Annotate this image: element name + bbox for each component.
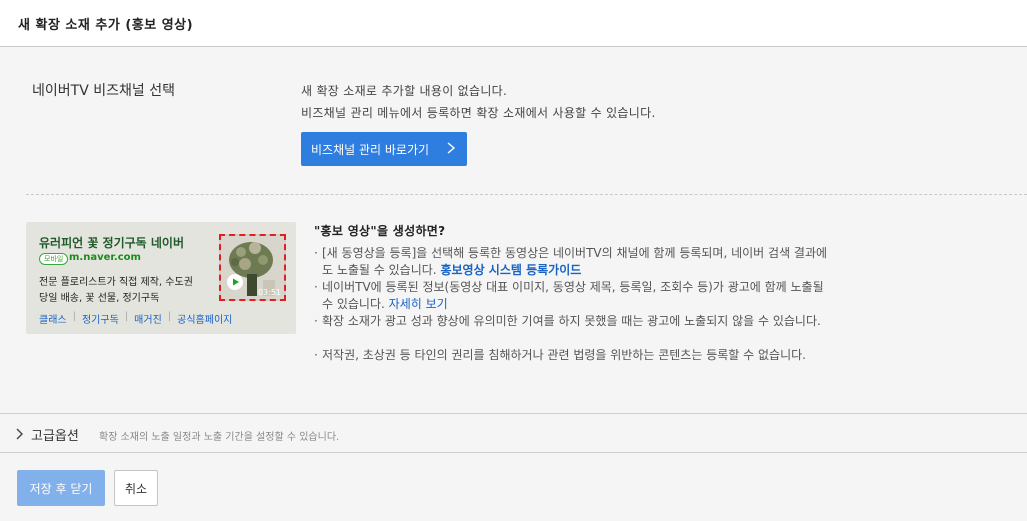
link-separator: | xyxy=(124,311,129,322)
cancel-button[interactable]: 취소 xyxy=(114,470,158,506)
preview-desc-line1: 전문 플로리스트가 직접 제작, 수도권 xyxy=(39,277,193,288)
ad-preview-card: 유러피언 꽃 정기구독 네이버 모바일 m.naver.com 전문 플로리스트… xyxy=(26,222,296,334)
info-bullet-4: · 저작권, 초상권 등 타인의 권리를 침해하거나 관련 법령을 위반하는 콘… xyxy=(314,348,806,362)
link-separator: | xyxy=(167,311,172,322)
link-separator: | xyxy=(72,311,76,322)
mobile-badge: 모바일 xyxy=(39,253,69,265)
learn-more-link[interactable]: 자세히 보기 xyxy=(389,297,448,311)
preview-title: 유러피언 꽃 정기구독 네이버 xyxy=(39,236,185,250)
section-divider xyxy=(26,194,1027,195)
preview-link-homepage: 공식홈페이지 xyxy=(177,315,233,326)
modal-header: 새 확장 소재 추가 (홍보 영상) xyxy=(0,0,1027,47)
empty-message-line1: 새 확장 소재로 추가할 내용이 없습니다. xyxy=(301,84,508,98)
preview-link-magazine: 매거진 xyxy=(134,315,162,326)
advanced-options-label: 고급옵션 xyxy=(31,429,79,444)
video-thumbnail: 03:51 xyxy=(219,234,286,301)
empty-message-line2: 비즈채널 관리 메뉴에서 등록하면 확장 소재에서 사용할 수 있습니다. xyxy=(301,106,656,120)
info-bullet-1: · [새 동영상을 등록]을 선택해 등록한 동영상은 네이버TV의 채널에 함… xyxy=(314,246,828,277)
biz-channel-manage-button[interactable]: 비즈채널 관리 바로가기 xyxy=(301,132,467,166)
preview-url: m.naver.com xyxy=(69,252,141,263)
video-duration: 03:51 xyxy=(257,288,281,297)
info-title: "홍보 영상"을 생성하면? xyxy=(314,224,446,238)
preview-link-subscription: 정기구독 xyxy=(81,315,119,326)
preview-links: 클래스 | 정기구독 | 매거진 | 공식홈페이지 xyxy=(39,311,232,326)
preview-desc-line2: 당일 배송, 꽃 선물, 정기구독 xyxy=(39,293,160,304)
advanced-options-description: 확장 소재의 노출 일정과 노출 기간을 설정할 수 있습니다. xyxy=(99,432,340,443)
chevron-right-icon xyxy=(447,142,456,154)
chevron-right-icon xyxy=(16,428,23,440)
channel-select-label: 네이버TV 비즈채널 선택 xyxy=(32,83,175,99)
registration-guide-link[interactable]: 홍보영상 시스템 등록가이드 xyxy=(440,263,581,277)
preview-link-class: 클래스 xyxy=(39,315,67,326)
modal-title: 새 확장 소재 추가 (홍보 영상) xyxy=(18,18,194,33)
info-bullet-2: · 네이버TV에 등록된 정보(동영상 대표 이미지, 동영상 제목, 등록일,… xyxy=(314,280,824,311)
save-and-close-button[interactable]: 저장 후 닫기 xyxy=(17,470,105,506)
advanced-options-toggle[interactable]: 고급옵션 확장 소재의 노출 일정과 노출 기간을 설정할 수 있습니다. xyxy=(0,413,1027,453)
manage-button-label: 비즈채널 관리 바로가기 xyxy=(311,142,430,157)
info-bullet-3: · 확장 소재가 광고 성과 향상에 유의미한 기여를 하지 못했을 때는 광고… xyxy=(314,314,821,328)
play-icon xyxy=(227,274,243,290)
